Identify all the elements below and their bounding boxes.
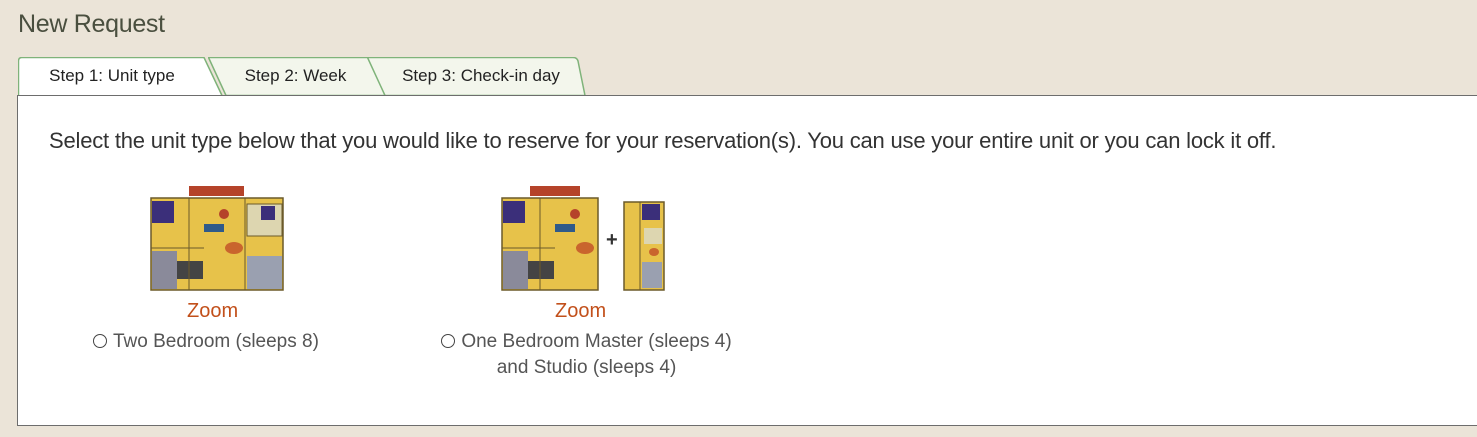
option-one-bedroom-master-studio[interactable]: One Bedroom Master (sleeps 4) and Studio… xyxy=(424,329,749,381)
tab-step-3-check-in-day[interactable]: Step 3: Check-in day xyxy=(367,57,587,96)
tab-step-1-unit-type[interactable]: Step 1: Unit type xyxy=(18,57,223,96)
plus-sign: + xyxy=(606,229,618,251)
zoom-link-two-bedroom[interactable]: Zoom xyxy=(187,300,238,323)
instructions-text: Select the unit type below that you woul… xyxy=(49,128,1277,153)
one-bedroom-master-floorplan-image[interactable] xyxy=(500,186,600,292)
option-one-bedroom-label-line2: and Studio (sleeps 4) xyxy=(496,357,677,378)
studio-floorplan-image[interactable] xyxy=(622,200,666,292)
page-title: New Request xyxy=(18,10,165,38)
tab-step-2-label: Step 2: Week xyxy=(244,66,347,85)
tab-step-3-label: Step 3: Check-in day xyxy=(402,66,560,85)
option-one-bedroom-line1: One Bedroom Master (sleeps 4) xyxy=(424,329,749,355)
option-one-bedroom-label-line1: One Bedroom Master (sleeps 4) xyxy=(461,331,732,352)
radio-two-bedroom[interactable] xyxy=(93,334,107,348)
tab-step-1-label: Step 1: Unit type xyxy=(49,66,175,85)
option-two-bedroom-label: Two Bedroom (sleeps 8) xyxy=(113,331,319,352)
zoom-link-one-bedroom-master[interactable]: Zoom xyxy=(555,300,606,323)
unit-type-panel: Select the unit type below that you woul… xyxy=(17,95,1477,426)
option-two-bedroom[interactable]: Two Bedroom (sleeps 8) xyxy=(93,329,319,355)
two-bedroom-floorplan-image[interactable] xyxy=(149,186,285,292)
tab-step-2-week[interactable]: Step 2: Week xyxy=(208,57,388,96)
radio-one-bedroom-master-studio[interactable] xyxy=(441,334,456,348)
